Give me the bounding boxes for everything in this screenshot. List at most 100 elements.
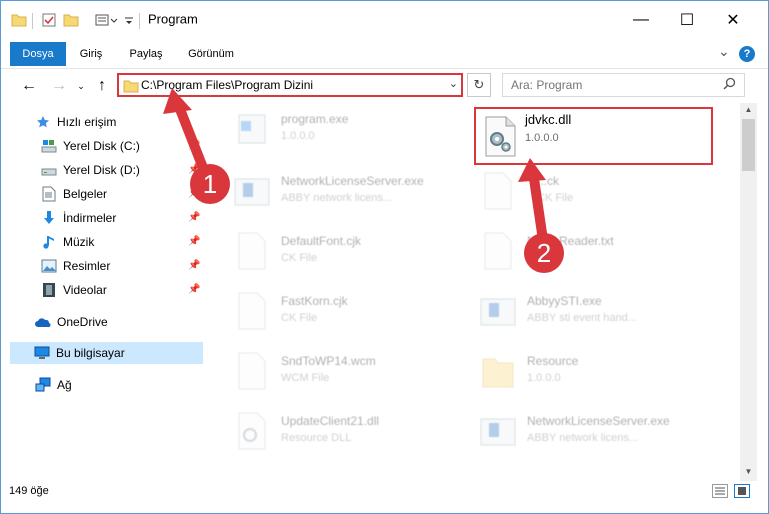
file-item[interactable]: UpdateClient21.dll Resource DLL <box>233 407 473 457</box>
file-item[interactable]: AbbyySTI.exe ABBY sti event hand... <box>479 287 719 337</box>
file-detail: 1.0.0.0 <box>281 130 315 142</box>
download-arrow-icon <box>41 210 57 226</box>
search-icon[interactable] <box>723 77 736 93</box>
file-item[interactable]: FastKorn.cjk CK File <box>233 287 473 337</box>
pictures-icon <box>41 258 57 274</box>
drive-icon <box>41 162 57 178</box>
nav-pictures[interactable]: Resimler <box>41 255 110 277</box>
music-note-icon <box>41 234 57 250</box>
cloud-icon <box>35 314 51 330</box>
file-name: ...ck <box>537 174 560 188</box>
search-box[interactable] <box>502 73 745 97</box>
nav-this-pc[interactable]: Bu bilgisayar <box>10 342 203 364</box>
up-button[interactable]: ↑ <box>92 76 112 96</box>
navigation-pane: Hızlı erişim Yerel Disk (C:) 📌 Yerel Dis… <box>1 103 205 481</box>
nav-label: Yerel Disk (D:) <box>63 163 140 177</box>
pin-icon[interactable]: 📌 <box>188 236 200 247</box>
tab-view[interactable]: Görünüm <box>181 42 241 66</box>
nav-documents[interactable]: Belgeler <box>41 183 107 205</box>
file-item[interactable]: Resource 1.0.0.0 <box>479 347 719 397</box>
exe-icon <box>233 171 271 211</box>
explorer-window: Program — ☐ ✕ Dosya Giriş Paylaş Görünüm… <box>0 0 769 514</box>
forward-button[interactable]: → <box>49 76 69 96</box>
title-bar: Program — ☐ ✕ <box>1 1 768 38</box>
nav-label: Müzik <box>63 235 95 249</box>
maximize-button[interactable]: ☐ <box>664 1 710 38</box>
nav-videos[interactable]: Videolar <box>41 279 107 301</box>
file-icon <box>479 231 517 271</box>
highlighted-file-item[interactable]: jdvkc.dll 1.0.0.0 <box>474 107 713 165</box>
properties-icon[interactable] <box>41 11 57 29</box>
close-button[interactable]: ✕ <box>710 1 756 38</box>
file-item[interactable]: ...ck CK File <box>479 167 719 217</box>
status-bar: 149 öğe <box>1 481 768 503</box>
file-item[interactable]: SndToWP14.wcm WCM File <box>233 347 473 397</box>
file-name: NetworkLicenseServer.exe <box>527 414 670 428</box>
nav-label: Videolar <box>63 283 107 297</box>
file-name: Resource <box>527 354 579 368</box>
recent-locations-icon[interactable]: ⌄ <box>71 76 91 96</box>
pin-icon[interactable]: 📌 <box>188 212 200 223</box>
item-count: 149 öğe <box>9 485 49 497</box>
customize-toolbar-icon[interactable] <box>95 11 121 29</box>
search-input[interactable] <box>503 74 703 96</box>
minimize-button[interactable]: — <box>618 1 664 38</box>
vertical-scrollbar[interactable]: ▲ ▼ <box>740 103 757 481</box>
file-detail: ABBY sti event hand... <box>527 312 637 324</box>
ribbon-tabs: Dosya Giriş Paylaş Görünüm ⌄ ? <box>1 42 768 66</box>
nav-onedrive[interactable]: OneDrive <box>35 311 108 333</box>
file-detail: 1.0.0.0 <box>527 372 561 384</box>
file-detail: Resource DLL <box>281 432 352 444</box>
tab-home[interactable]: Giriş <box>69 42 113 66</box>
film-icon <box>41 282 57 298</box>
chevron-down-icon[interactable]: ⌄ <box>449 77 458 90</box>
tab-share[interactable]: Paylaş <box>121 42 171 66</box>
nav-label: İndirmeler <box>63 211 117 225</box>
file-name: SndToWP14.wcm <box>281 354 376 368</box>
address-field[interactable]: C:\Program Files\Program Dizini ⌄ <box>117 73 463 97</box>
exe-icon <box>479 411 517 451</box>
pin-icon[interactable]: 📌 <box>188 260 200 271</box>
nav-local-disk-d[interactable]: Yerel Disk (D:) <box>41 159 140 181</box>
file-icon <box>233 231 271 271</box>
tab-file[interactable]: Dosya <box>10 42 66 66</box>
scroll-up-icon[interactable]: ▲ <box>740 105 757 114</box>
scroll-thumb[interactable] <box>742 119 755 171</box>
folder-icon[interactable] <box>11 12 27 28</box>
nav-network[interactable]: Ağ <box>35 374 72 396</box>
file-item[interactable]: N...neReader.txt <box>479 227 719 277</box>
file-detail: CK File <box>281 252 318 264</box>
dropdown-arrow-icon[interactable] <box>124 11 134 29</box>
refresh-button[interactable]: ↻ <box>467 73 491 97</box>
nav-local-disk-c[interactable]: Yerel Disk (C:) <box>41 135 140 157</box>
file-icon <box>233 351 271 391</box>
address-path[interactable]: C:\Program Files\Program Dizini <box>141 78 313 92</box>
back-button[interactable]: ← <box>19 76 39 96</box>
new-folder-icon[interactable] <box>63 11 79 29</box>
pin-icon[interactable]: 📌 <box>188 140 200 151</box>
file-item[interactable]: NetworkLicenseServer.exe ABBY network li… <box>233 167 473 217</box>
nav-quick-access[interactable]: Hızlı erişim <box>35 111 116 133</box>
nav-label: Bu bilgisayar <box>56 346 125 360</box>
nav-downloads[interactable]: İndirmeler <box>41 207 116 229</box>
window-title: Program <box>148 11 198 27</box>
file-item[interactable]: program.exe 1.0.0.0 <box>233 105 473 155</box>
nav-label: OneDrive <box>57 315 108 329</box>
help-icon[interactable]: ? <box>739 46 755 62</box>
scroll-down-icon[interactable]: ▼ <box>740 467 757 476</box>
pin-icon[interactable]: 📌 <box>188 284 200 295</box>
file-detail: CK File <box>281 312 318 324</box>
nav-music[interactable]: Müzik <box>41 231 94 253</box>
exe-icon <box>479 291 517 331</box>
ribbon-expand-icon[interactable]: ⌄ <box>718 43 730 60</box>
callout-2: 2 <box>524 233 564 273</box>
address-bar-row: ← → ⌄ ↑ C:\Program Files\Program Dizini … <box>1 68 768 102</box>
file-item[interactable]: DefaultFont.cjk CK File <box>233 227 473 277</box>
file-name: program.exe <box>281 112 349 126</box>
details-view-icon[interactable] <box>712 484 728 498</box>
file-icon <box>479 171 517 211</box>
file-item[interactable]: NetworkLicenseServer.exe ABBY network li… <box>479 407 719 457</box>
large-icons-view-icon[interactable] <box>734 484 750 498</box>
nav-label: Hızlı erişim <box>57 115 117 129</box>
file-detail: WCM File <box>281 372 330 384</box>
